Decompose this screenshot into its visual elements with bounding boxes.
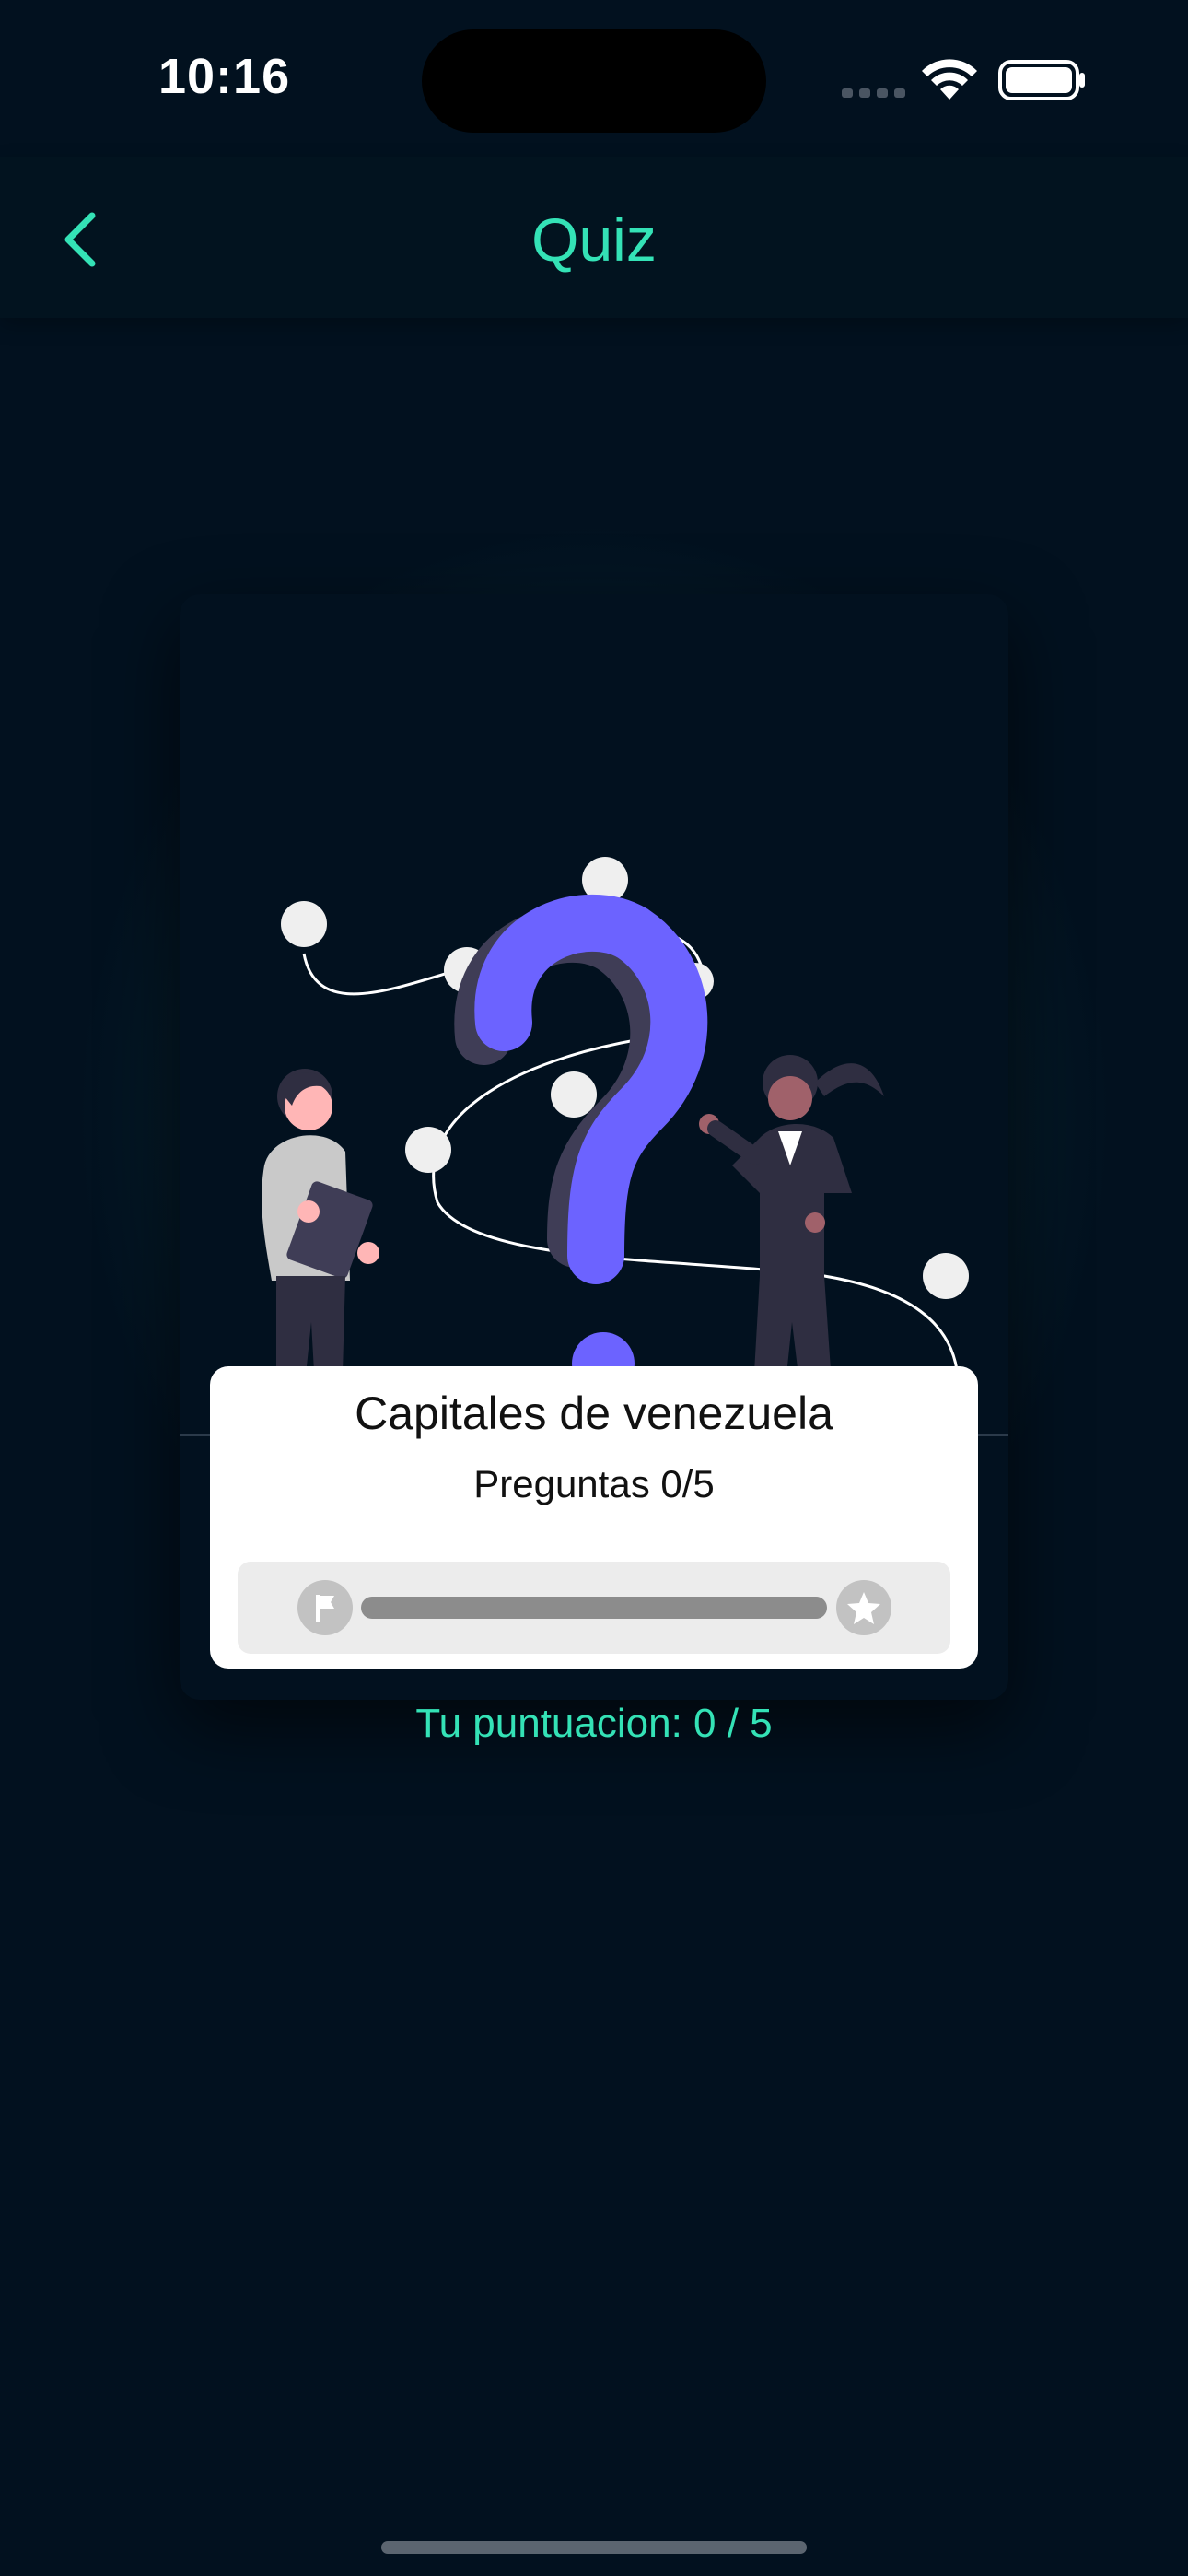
question-mark-illustration	[262, 857, 969, 1437]
page-title: Quiz	[531, 205, 657, 274]
status-bar: 10:16	[0, 0, 1188, 157]
battery-icon	[998, 60, 1085, 100]
nav-bar: Quiz	[0, 157, 1188, 318]
quiz-info-panel: Capitales de venezuela Preguntas 0/5	[210, 1366, 978, 1669]
status-time: 10:16	[158, 49, 291, 104]
dynamic-island	[422, 29, 766, 133]
quiz-screen: 10:16 Quiz Capitales de venezuela Pregun…	[0, 0, 1188, 2576]
star-icon	[836, 1580, 891, 1635]
score-label: Tu puntuacion: 0 / 5	[415, 1701, 773, 1746]
flag-icon	[297, 1580, 353, 1635]
signal-icon	[842, 88, 905, 98]
quiz-title: Capitales de venezuela	[355, 1388, 833, 1439]
progress-bar	[361, 1597, 827, 1619]
question-count: Preguntas 0/5	[473, 1462, 715, 1505]
home-indicator[interactable]	[381, 2541, 807, 2554]
wifi-icon	[922, 59, 977, 100]
progress-container	[238, 1562, 950, 1654]
